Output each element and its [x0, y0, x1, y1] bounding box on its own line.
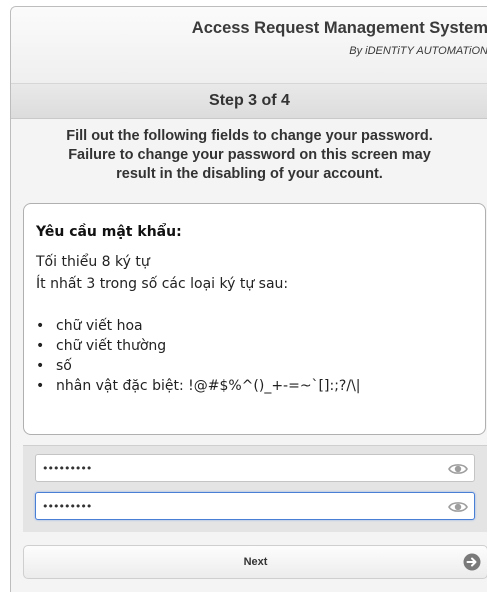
- instructions: Fill out the following fields to change …: [11, 127, 487, 184]
- app-title: Access Request Management System: [191, 19, 487, 37]
- arrow-right-circle-icon: [463, 553, 481, 571]
- requirements-title: Yêu cầu mật khẩu:: [36, 224, 182, 240]
- next-button[interactable]: Next: [23, 545, 487, 579]
- next-button-label: Next: [243, 556, 268, 568]
- instructions-line: result in the disabling of your account.: [116, 166, 383, 182]
- confirm-password-input[interactable]: [42, 496, 422, 516]
- confirm-password-field[interactable]: [35, 492, 475, 520]
- new-password-input[interactable]: [42, 458, 422, 478]
- list-item-label: số: [56, 358, 72, 374]
- list-item-label: chữ viết thường: [56, 338, 167, 354]
- requirement-min-length: Tối thiểu 8 ký tự: [36, 254, 150, 270]
- list-item: • số: [36, 356, 361, 376]
- list-item-label: nhân vật đặc biệt: !@#$%^()_+-=~`[]:;?/\…: [56, 378, 361, 394]
- bullet: •: [36, 378, 45, 394]
- bullet: •: [36, 358, 45, 374]
- list-item: • chữ viết thường: [36, 336, 361, 356]
- step-indicator: Step 3 of 4: [11, 84, 487, 119]
- bullet: •: [36, 338, 45, 354]
- app-header: Access Request Management System By iDEN…: [11, 7, 487, 84]
- requirement-categories-list: • chữ viết hoa • chữ viết thường • số • nhân…: [36, 316, 361, 396]
- eye-icon[interactable]: [448, 459, 468, 479]
- list-item: • chữ viết hoa: [36, 316, 361, 336]
- bullet: •: [36, 318, 45, 334]
- list-item: • nhân vật đặc biệt: !@#$%^()_+-=~`[]:;?/…: [36, 376, 361, 396]
- app-window: Access Request Management System By iDEN…: [10, 6, 487, 592]
- instructions-line: Failure to change your password on this …: [68, 147, 431, 163]
- app-subtitle: By iDENTiTY AUTOMATiON: [349, 45, 487, 57]
- eye-icon[interactable]: [448, 497, 468, 517]
- new-password-field[interactable]: [35, 454, 475, 482]
- requirement-categories-intro: Ít nhất 3 trong số các loại ký tự sau:: [36, 276, 289, 292]
- password-fields-panel: [23, 445, 487, 532]
- list-item-label: chữ viết hoa: [56, 318, 143, 334]
- password-requirements-box: Yêu cầu mật khẩu: Tối thiểu 8 ký tự Ít n…: [23, 203, 486, 435]
- instructions-line: Fill out the following fields to change …: [66, 128, 433, 144]
